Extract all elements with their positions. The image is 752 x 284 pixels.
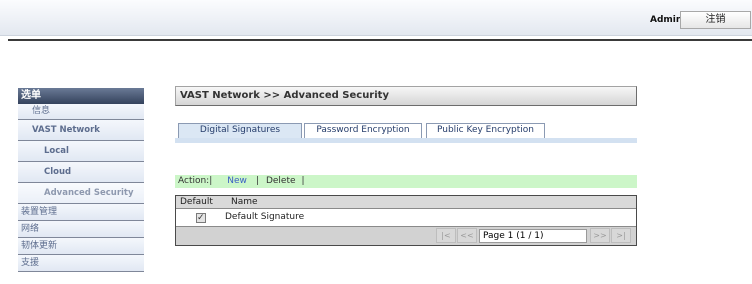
default-checkbox[interactable]: [196, 213, 206, 223]
tab-bar: Digital Signatures Password Encryption P…: [175, 123, 637, 143]
page-title: VAST Network >> Advanced Security: [175, 86, 637, 106]
column-header-default: Default: [180, 197, 213, 207]
column-header-name: Name: [231, 197, 258, 207]
action-separator: |: [301, 176, 305, 186]
logout-button[interactable]: 注销: [680, 11, 751, 29]
last-page-button[interactable]: >|: [611, 228, 631, 243]
sidebar-item-advanced-security[interactable]: Advanced Security: [18, 183, 144, 204]
sidebar-item-vast-network[interactable]: VAST Network: [18, 120, 144, 141]
action-bar: Action:| New | Delete |: [175, 175, 637, 188]
signature-name-cell: Default Signature: [225, 212, 305, 222]
new-button[interactable]: New: [227, 176, 247, 186]
sidebar-item-support[interactable]: 支援: [18, 255, 144, 272]
tab-strip-underline: [175, 138, 637, 143]
header-divider: [8, 39, 752, 41]
sidebar-item-local[interactable]: Local: [18, 141, 144, 162]
sidebar-item-cloud[interactable]: Cloud: [18, 162, 144, 183]
sidebar-item-network[interactable]: 网络: [18, 221, 144, 238]
action-label: Action:|: [178, 176, 213, 186]
delete-button[interactable]: Delete: [266, 176, 296, 186]
current-user-label: Admin: [650, 15, 683, 25]
next-page-button[interactable]: >>: [590, 228, 610, 243]
top-header: Admin 注销: [0, 0, 752, 36]
action-separator: |: [255, 176, 259, 186]
sidebar-menu: 选单 信息 VAST Network Local Cloud Advanced …: [18, 88, 144, 272]
table-pager: |< << >> >|: [436, 228, 631, 243]
page-indicator-input[interactable]: [479, 228, 587, 243]
prev-page-button[interactable]: <<: [457, 228, 477, 243]
first-page-button[interactable]: |<: [436, 228, 456, 243]
sidebar-title: 选单: [18, 88, 144, 104]
sidebar-item-device-management[interactable]: 装置管理: [18, 204, 144, 221]
tab-password-encryption[interactable]: Password Encryption: [304, 123, 422, 138]
tab-public-key-encryption[interactable]: Public Key Encryption: [426, 123, 545, 138]
table-header: Default Name: [176, 196, 636, 209]
signatures-table: Default Name Default Signature |< << >> …: [175, 195, 637, 246]
table-row[interactable]: Default Signature: [176, 209, 636, 227]
sidebar-item-firmware-update[interactable]: 韧体更新: [18, 238, 144, 255]
sidebar-item-info[interactable]: 信息: [18, 104, 144, 120]
table-pager-bar: |< << >> >|: [176, 227, 636, 245]
tab-digital-signatures[interactable]: Digital Signatures: [178, 123, 302, 138]
